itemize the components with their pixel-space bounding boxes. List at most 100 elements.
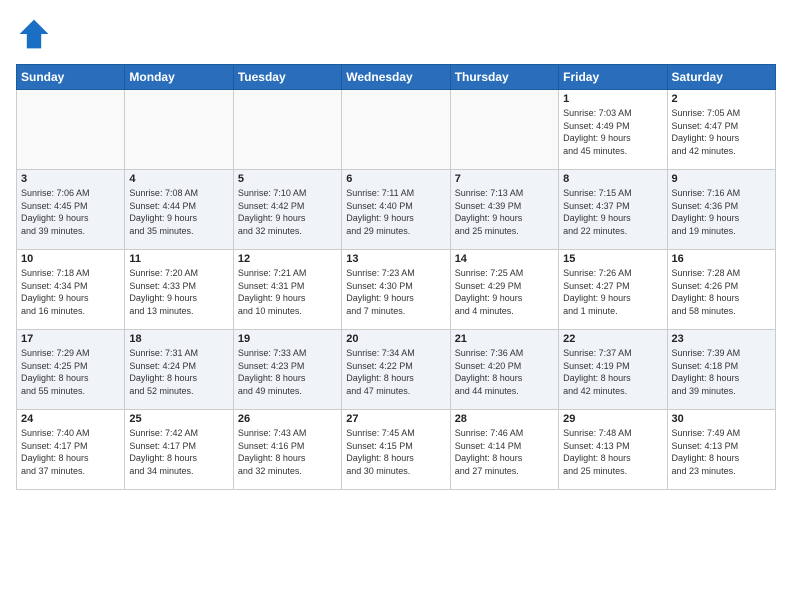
day-number: 29 <box>563 413 662 425</box>
day-info: Sunrise: 7:16 AM Sunset: 4:36 PM Dayligh… <box>672 187 771 237</box>
day-number: 9 <box>672 173 771 185</box>
day-info: Sunrise: 7:43 AM Sunset: 4:16 PM Dayligh… <box>238 427 337 477</box>
calendar-cell: 26 Sunrise: 7:43 AM Sunset: 4:16 PM Dayli… <box>233 410 341 490</box>
day-number: 13 <box>346 253 445 265</box>
day-number: 20 <box>346 333 445 345</box>
calendar-cell <box>125 90 233 170</box>
day-number: 16 <box>672 253 771 265</box>
day-info: Sunrise: 7:20 AM Sunset: 4:33 PM Dayligh… <box>129 267 228 317</box>
calendar-cell: 17 Sunrise: 7:29 AM Sunset: 4:25 PM Dayli… <box>17 330 125 410</box>
calendar-cell <box>17 90 125 170</box>
day-number: 2 <box>672 93 771 105</box>
day-number: 6 <box>346 173 445 185</box>
calendar-cell: 4 Sunrise: 7:08 AM Sunset: 4:44 PM Daylig… <box>125 170 233 250</box>
day-info: Sunrise: 7:26 AM Sunset: 4:27 PM Dayligh… <box>563 267 662 317</box>
calendar-day-header: Thursday <box>450 65 558 90</box>
calendar-cell: 13 Sunrise: 7:23 AM Sunset: 4:30 PM Dayli… <box>342 250 450 330</box>
calendar-header-row: SundayMondayTuesdayWednesdayThursdayFrid… <box>17 65 776 90</box>
calendar-cell: 5 Sunrise: 7:10 AM Sunset: 4:42 PM Daylig… <box>233 170 341 250</box>
day-info: Sunrise: 7:31 AM Sunset: 4:24 PM Dayligh… <box>129 347 228 397</box>
day-info: Sunrise: 7:23 AM Sunset: 4:30 PM Dayligh… <box>346 267 445 317</box>
day-info: Sunrise: 7:08 AM Sunset: 4:44 PM Dayligh… <box>129 187 228 237</box>
calendar-cell: 8 Sunrise: 7:15 AM Sunset: 4:37 PM Daylig… <box>559 170 667 250</box>
calendar-cell: 7 Sunrise: 7:13 AM Sunset: 4:39 PM Daylig… <box>450 170 558 250</box>
day-info: Sunrise: 7:05 AM Sunset: 4:47 PM Dayligh… <box>672 107 771 157</box>
day-info: Sunrise: 7:25 AM Sunset: 4:29 PM Dayligh… <box>455 267 554 317</box>
day-info: Sunrise: 7:37 AM Sunset: 4:19 PM Dayligh… <box>563 347 662 397</box>
calendar-week-row: 1 Sunrise: 7:03 AM Sunset: 4:49 PM Daylig… <box>17 90 776 170</box>
day-number: 22 <box>563 333 662 345</box>
day-number: 11 <box>129 253 228 265</box>
day-info: Sunrise: 7:33 AM Sunset: 4:23 PM Dayligh… <box>238 347 337 397</box>
calendar-cell: 24Sunrise: 7:40 AM Sunset: 4:17 PM Dayli… <box>17 410 125 490</box>
calendar-cell: 18 Sunrise: 7:31 AM Sunset: 4:24 PM Dayli… <box>125 330 233 410</box>
day-info: Sunrise: 7:21 AM Sunset: 4:31 PM Dayligh… <box>238 267 337 317</box>
day-info: Sunrise: 7:11 AM Sunset: 4:40 PM Dayligh… <box>346 187 445 237</box>
day-number: 25 <box>129 413 228 425</box>
calendar-cell: 14Sunrise: 7:25 AM Sunset: 4:29 PM Dayli… <box>450 250 558 330</box>
day-number: 10 <box>21 253 120 265</box>
calendar-cell: 2 Sunrise: 7:05 AM Sunset: 4:47 PM Daylig… <box>667 90 775 170</box>
day-info: Sunrise: 7:18 AM Sunset: 4:34 PM Dayligh… <box>21 267 120 317</box>
day-info: Sunrise: 7:45 AM Sunset: 4:15 PM Dayligh… <box>346 427 445 477</box>
calendar-cell: 12 Sunrise: 7:21 AM Sunset: 4:31 PM Dayli… <box>233 250 341 330</box>
day-number: 19 <box>238 333 337 345</box>
calendar-cell <box>342 90 450 170</box>
day-number: 18 <box>129 333 228 345</box>
day-info: Sunrise: 7:29 AM Sunset: 4:25 PM Dayligh… <box>21 347 120 397</box>
day-info: Sunrise: 7:46 AM Sunset: 4:14 PM Dayligh… <box>455 427 554 477</box>
day-info: Sunrise: 7:15 AM Sunset: 4:37 PM Dayligh… <box>563 187 662 237</box>
day-info: Sunrise: 7:39 AM Sunset: 4:18 PM Dayligh… <box>672 347 771 397</box>
calendar-cell: 3Sunrise: 7:06 AM Sunset: 4:45 PM Daylig… <box>17 170 125 250</box>
day-info: Sunrise: 7:36 AM Sunset: 4:20 PM Dayligh… <box>455 347 554 397</box>
calendar-day-header: Wednesday <box>342 65 450 90</box>
day-info: Sunrise: 7:03 AM Sunset: 4:49 PM Dayligh… <box>563 107 662 157</box>
day-number: 23 <box>672 333 771 345</box>
page-header <box>16 16 776 52</box>
day-info: Sunrise: 7:28 AM Sunset: 4:26 PM Dayligh… <box>672 267 771 317</box>
day-number: 15 <box>563 253 662 265</box>
calendar-cell: 16 Sunrise: 7:28 AM Sunset: 4:26 PM Dayli… <box>667 250 775 330</box>
calendar-cell: 1 Sunrise: 7:03 AM Sunset: 4:49 PM Daylig… <box>559 90 667 170</box>
calendar-cell: 30 Sunrise: 7:49 AM Sunset: 4:13 PM Dayli… <box>667 410 775 490</box>
calendar-table: SundayMondayTuesdayWednesdayThursdayFrid… <box>16 64 776 490</box>
day-number: 7 <box>455 173 554 185</box>
day-number: 28 <box>455 413 554 425</box>
calendar-week-row: 10 Sunrise: 7:18 AM Sunset: 4:34 PM Dayli… <box>17 250 776 330</box>
calendar-cell: 9 Sunrise: 7:16 AM Sunset: 4:36 PM Daylig… <box>667 170 775 250</box>
calendar-day-header: Friday <box>559 65 667 90</box>
day-info: Sunrise: 7:42 AM Sunset: 4:17 PM Dayligh… <box>129 427 228 477</box>
day-number: 5 <box>238 173 337 185</box>
calendar-cell: 27 Sunrise: 7:45 AM Sunset: 4:15 PM Dayli… <box>342 410 450 490</box>
calendar-day-header: Saturday <box>667 65 775 90</box>
calendar-day-header: Tuesday <box>233 65 341 90</box>
day-info: Sunrise: 7:13 AM Sunset: 4:39 PM Dayligh… <box>455 187 554 237</box>
day-number: 24 <box>21 413 120 425</box>
day-info: Sunrise: 7:49 AM Sunset: 4:13 PM Dayligh… <box>672 427 771 477</box>
day-number: 26 <box>238 413 337 425</box>
calendar-cell: 11 Sunrise: 7:20 AM Sunset: 4:33 PM Dayli… <box>125 250 233 330</box>
calendar-cell <box>233 90 341 170</box>
calendar-cell: 19 Sunrise: 7:33 AM Sunset: 4:23 PM Dayli… <box>233 330 341 410</box>
calendar-week-row: 17 Sunrise: 7:29 AM Sunset: 4:25 PM Dayli… <box>17 330 776 410</box>
logo-icon <box>16 16 52 52</box>
day-number: 17 <box>21 333 120 345</box>
day-info: Sunrise: 7:10 AM Sunset: 4:42 PM Dayligh… <box>238 187 337 237</box>
calendar-cell: 25 Sunrise: 7:42 AM Sunset: 4:17 PM Dayli… <box>125 410 233 490</box>
calendar-cell: 29 Sunrise: 7:48 AM Sunset: 4:13 PM Dayli… <box>559 410 667 490</box>
day-number: 4 <box>129 173 228 185</box>
day-number: 30 <box>672 413 771 425</box>
calendar-cell: 23 Sunrise: 7:39 AM Sunset: 4:18 PM Dayli… <box>667 330 775 410</box>
day-number: 27 <box>346 413 445 425</box>
day-info: Sunrise: 7:48 AM Sunset: 4:13 PM Dayligh… <box>563 427 662 477</box>
logo <box>16 16 56 52</box>
day-number: 8 <box>563 173 662 185</box>
day-number: 21 <box>455 333 554 345</box>
day-number: 12 <box>238 253 337 265</box>
calendar-day-header: Sunday <box>17 65 125 90</box>
day-number: 1 <box>563 93 662 105</box>
calendar-week-row: 24Sunrise: 7:40 AM Sunset: 4:17 PM Dayli… <box>17 410 776 490</box>
day-info: Sunrise: 7:06 AM Sunset: 4:45 PM Dayligh… <box>21 187 120 237</box>
calendar-week-row: 3Sunrise: 7:06 AM Sunset: 4:45 PM Daylig… <box>17 170 776 250</box>
calendar-cell: 15 Sunrise: 7:26 AM Sunset: 4:27 PM Dayli… <box>559 250 667 330</box>
